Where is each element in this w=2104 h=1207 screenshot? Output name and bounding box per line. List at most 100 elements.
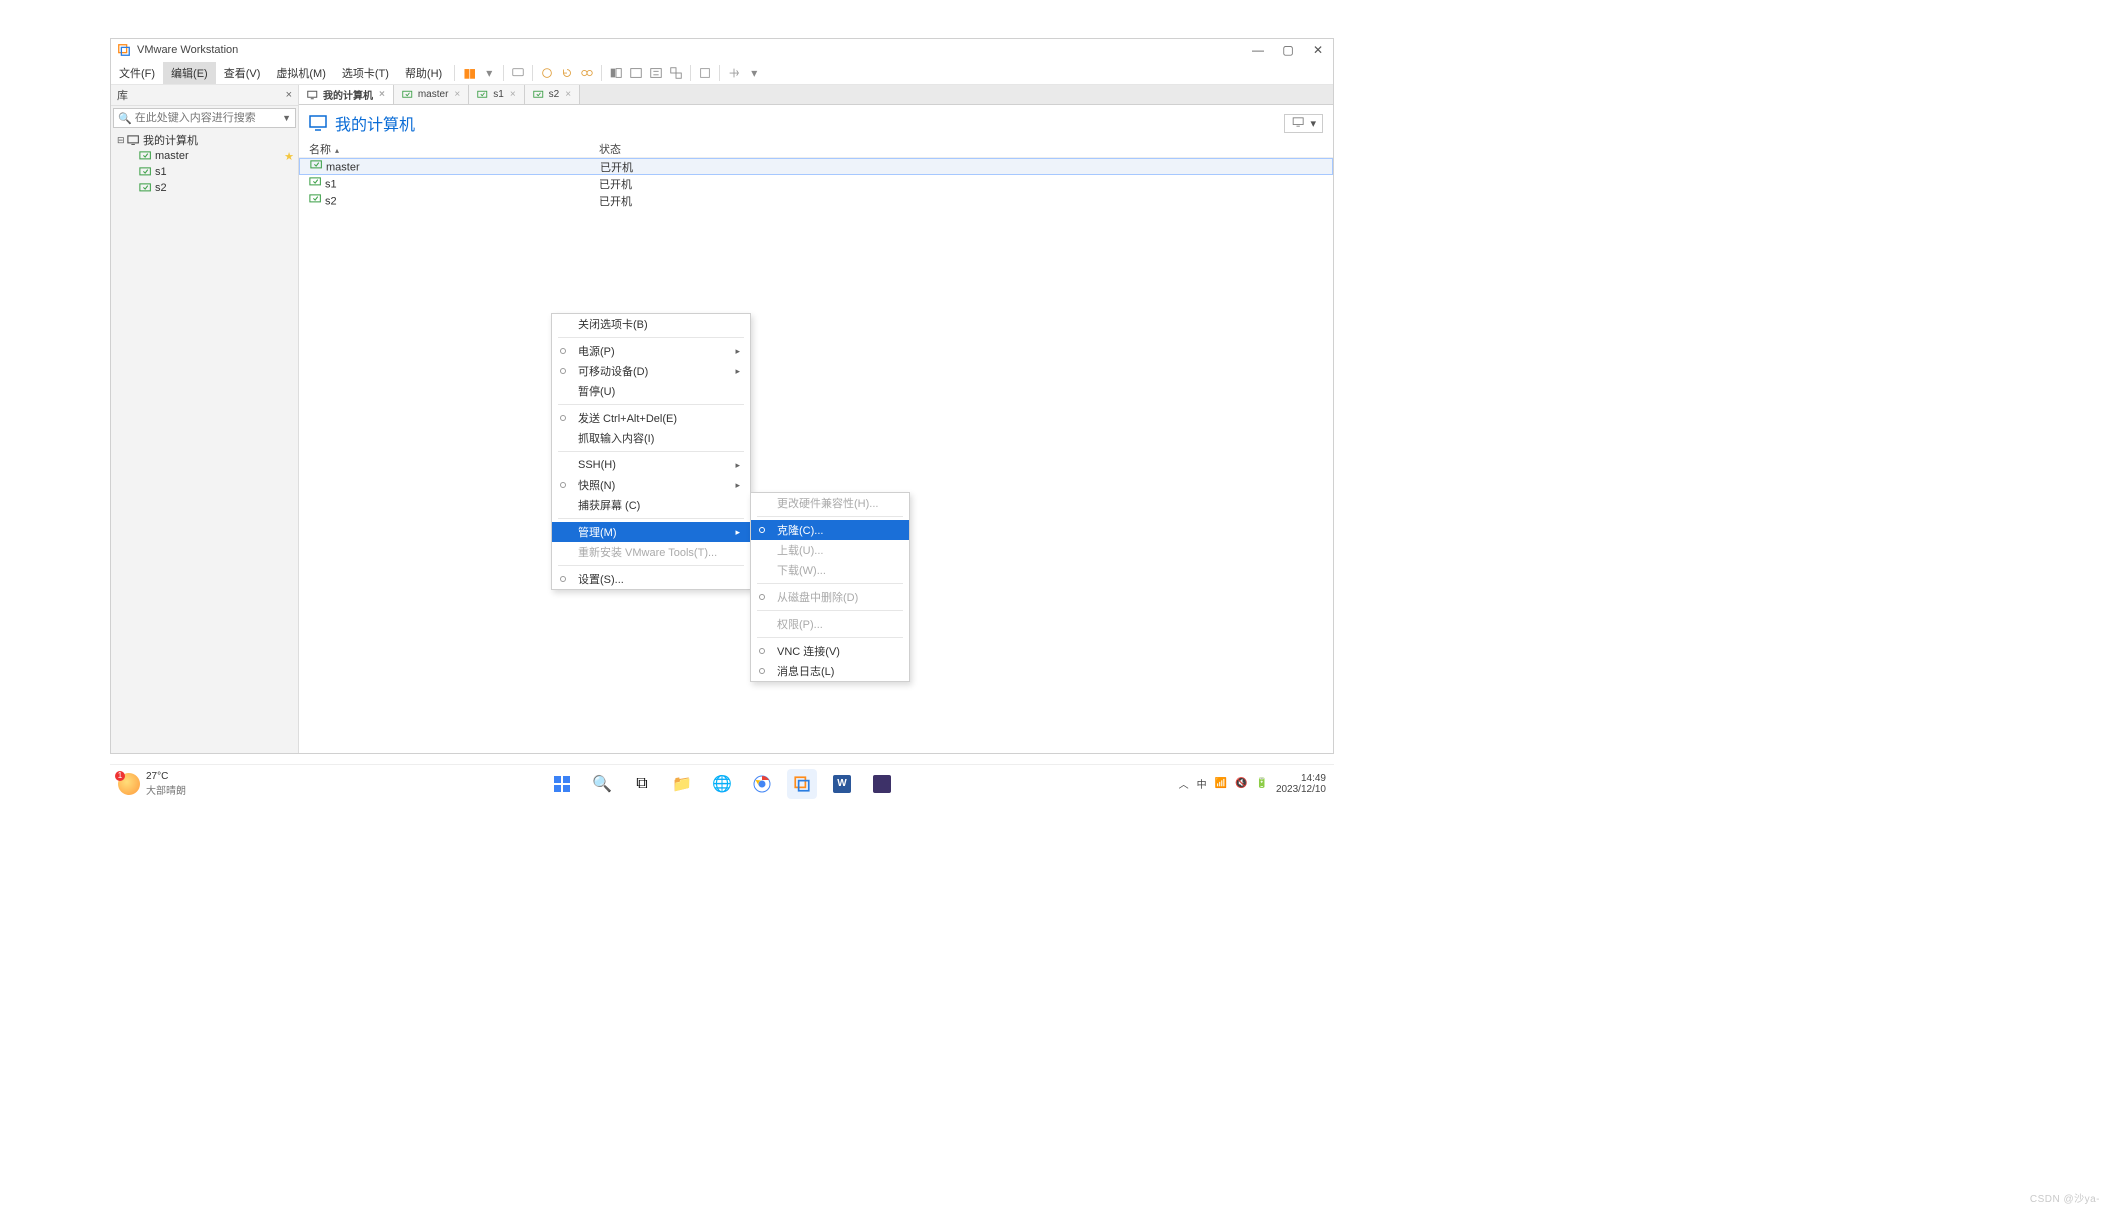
tab-close-icon[interactable]: × <box>454 89 460 100</box>
file-explorer-button[interactable]: 📁 <box>667 769 697 799</box>
tree-item-s1[interactable]: s1 <box>111 164 298 180</box>
separator <box>757 637 903 638</box>
edge-button[interactable]: 🌐 <box>707 769 737 799</box>
menu-file[interactable]: 文件(F) <box>111 62 163 84</box>
system-tray: ︿ 中 📶 🔇 🔋 14:49 2023/12/10 <box>1179 773 1326 795</box>
ctx-reinstall-tools: 重新安装 VMware Tools(T)... <box>552 542 750 562</box>
ctx-pause[interactable]: 暂停(U) <box>552 381 750 401</box>
send-key-icon[interactable] <box>508 64 528 82</box>
task-view-button[interactable]: ⧉ <box>627 769 657 799</box>
list-row-s1[interactable]: s1 已开机 <box>299 175 1333 192</box>
column-status[interactable]: 状态 <box>599 141 699 157</box>
search-button[interactable]: 🔍 <box>587 769 617 799</box>
ctx-power[interactable]: 电源(P)▸ <box>552 341 750 361</box>
menubar: 文件(F) 编辑(E) 查看(V) 虚拟机(M) 选项卡(T) 帮助(H) ▮▮… <box>111 61 1333 85</box>
start-button[interactable] <box>547 769 577 799</box>
column-name[interactable]: 名称▴ <box>309 141 599 157</box>
word-button[interactable]: W <box>827 769 857 799</box>
tree-root[interactable]: ⊟ 我的计算机 <box>111 132 298 148</box>
snapshot-manage-icon[interactable] <box>577 64 597 82</box>
row-status: 已开机 <box>599 176 699 192</box>
ctx-grab-input[interactable]: 抓取输入内容(I) <box>552 428 750 448</box>
tree-item-label: master <box>155 150 189 162</box>
ctx-removable-devices[interactable]: 可移动设备(D)▸ <box>552 361 750 381</box>
ime-indicator[interactable]: 中 <box>1197 776 1207 791</box>
search-dropdown-icon[interactable]: ▼ <box>282 113 291 123</box>
dropdown-caret-icon[interactable]: ▾ <box>479 64 499 82</box>
volume-icon[interactable]: 🔇 <box>1235 778 1247 789</box>
menu-help[interactable]: 帮助(H) <box>397 62 450 84</box>
time: 14:49 <box>1276 773 1326 784</box>
ctx-ssh[interactable]: SSH(H)▸ <box>552 455 750 475</box>
menu-vm[interactable]: 虚拟机(M) <box>268 62 334 84</box>
titlebar: VMware Workstation — ▢ ✕ <box>111 39 1333 61</box>
search-input[interactable] <box>135 112 282 124</box>
ctx-close-tab[interactable]: 关闭选项卡(B) <box>552 314 750 334</box>
taskbar-weather[interactable]: 1 27°C 大部晴朗 <box>118 771 186 797</box>
weather-desc: 大部晴朗 <box>146 782 186 797</box>
tab-master[interactable]: master × <box>394 85 469 104</box>
view-fullscreen-icon[interactable] <box>646 64 666 82</box>
snapshot-take-icon[interactable] <box>537 64 557 82</box>
tab-label: s1 <box>493 89 504 100</box>
library-tree: ⊟ 我的计算机 master s1 s2 <box>111 130 298 198</box>
ctx-snapshot[interactable]: 快照(N)▸ <box>552 475 750 495</box>
app-button[interactable] <box>867 769 897 799</box>
library-search[interactable]: 🔍 ▼ <box>113 108 296 128</box>
menu-tabs[interactable]: 选项卡(T) <box>334 62 397 84</box>
pause-icon[interactable]: ▮▮ <box>459 64 479 82</box>
battery-icon[interactable]: 🔋 <box>1255 778 1267 789</box>
library-close-button[interactable]: × <box>286 89 292 101</box>
menu-edit[interactable]: 编辑(E) <box>163 62 216 84</box>
ctx-capture-screen[interactable]: 捕获屏幕 (C) <box>552 495 750 515</box>
page-header: 我的计算机 ▾ <box>299 105 1333 141</box>
row-status: 已开机 <box>599 193 699 209</box>
tab-close-icon[interactable]: × <box>379 89 385 100</box>
ctx-send-cad[interactable]: 发送 Ctrl+Alt+Del(E) <box>552 408 750 428</box>
chrome-button[interactable] <box>747 769 777 799</box>
close-window-button[interactable]: ✕ <box>1309 43 1327 57</box>
tab-close-icon[interactable]: × <box>565 89 571 100</box>
list-row-s2[interactable]: s2 已开机 <box>299 192 1333 209</box>
ctx-download: 下载(W)... <box>751 560 909 580</box>
view-mode-button[interactable]: ▾ <box>1284 114 1323 133</box>
taskbar-clock[interactable]: 14:49 2023/12/10 <box>1276 773 1326 795</box>
bullet-icon <box>560 348 566 354</box>
vmware-button[interactable] <box>787 769 817 799</box>
separator <box>558 565 744 566</box>
search-icon: 🔍 <box>118 112 132 125</box>
page-title: 我的计算机 <box>309 111 415 135</box>
view-unity-icon[interactable] <box>666 64 686 82</box>
list-row-master[interactable]: master 已开机 <box>299 158 1333 175</box>
snapshot-revert-icon[interactable] <box>557 64 577 82</box>
tab-my-computer[interactable]: 我的计算机 × <box>299 85 394 104</box>
minimize-button[interactable]: — <box>1249 43 1267 57</box>
ctx-manage[interactable]: 管理(M)▸ <box>552 522 750 542</box>
app-window: VMware Workstation — ▢ ✕ 文件(F) 编辑(E) 查看(… <box>110 38 1334 754</box>
stretch-icon[interactable] <box>724 64 744 82</box>
separator <box>558 451 744 452</box>
row-status: 已开机 <box>600 159 700 175</box>
view-console-icon[interactable] <box>626 64 646 82</box>
tree-item-s2[interactable]: s2 <box>111 180 298 196</box>
tray-chevron-icon[interactable]: ︿ <box>1179 776 1189 791</box>
separator <box>532 65 533 81</box>
dropdown-caret-icon[interactable]: ▾ <box>744 64 764 82</box>
collapse-icon[interactable]: ⊟ <box>117 135 127 146</box>
tab-close-icon[interactable]: × <box>510 89 516 100</box>
tab-s2[interactable]: s2 × <box>525 85 580 104</box>
tree-item-master[interactable]: master <box>111 148 298 164</box>
menu-view[interactable]: 查看(V) <box>216 62 269 84</box>
library-toggle-icon[interactable] <box>695 64 715 82</box>
library-pane: 库 × 🔍 ▼ ⊟ 我的计算机 master <box>111 85 299 753</box>
ctx-vnc[interactable]: VNC 连接(V) <box>751 641 909 661</box>
maximize-button[interactable]: ▢ <box>1279 43 1297 57</box>
vm-icon <box>139 166 153 178</box>
ctx-settings[interactable]: 设置(S)... <box>552 569 750 589</box>
ctx-clone[interactable]: 克隆(C)... <box>751 520 909 540</box>
view-single-icon[interactable] <box>606 64 626 82</box>
ctx-message-log[interactable]: 消息日志(L) <box>751 661 909 681</box>
tab-s1[interactable]: s1 × <box>469 85 524 104</box>
wifi-icon[interactable]: 📶 <box>1215 778 1227 789</box>
tab-label: master <box>418 89 449 100</box>
